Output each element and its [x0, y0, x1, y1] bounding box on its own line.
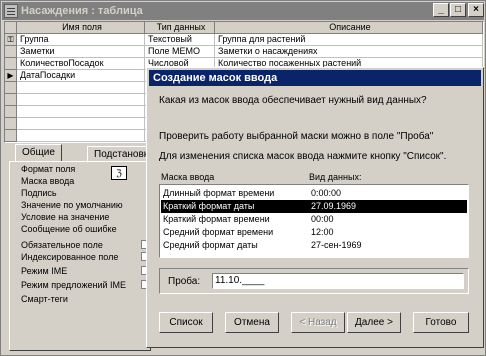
probe-group: Проба: 11.10.____ [159, 268, 469, 294]
header-data-type: Тип данных [145, 22, 215, 34]
list-item[interactable]: Длинный формат времени 0:00:00 [161, 187, 467, 200]
column-data-view: Вид данных: [309, 172, 362, 182]
mask-listbox[interactable]: Длинный формат времени 0:00:00 Краткий ф… [159, 184, 469, 258]
list-item[interactable]: Краткий формат времени 00:00 [161, 213, 467, 226]
prop-input-mask: Маска ввода [21, 176, 75, 186]
list-button[interactable]: Список [159, 312, 213, 333]
prop-ime-sentence-mode: Режим предложений IME [21, 280, 126, 290]
grid-header: Имя поля Тип данных Описание [5, 22, 483, 34]
dialog-hint-probe: Проверить работу выбранной маски можно в… [159, 131, 434, 142]
mask-view: 0:00:00 [311, 188, 342, 198]
field-name-cell[interactable]: ДатаПосадки [17, 70, 145, 82]
cancel-button[interactable]: Отмена [225, 312, 279, 333]
header-field-name: Имя поля [17, 22, 145, 34]
list-item[interactable]: Средний формат даты 27-сен-1969 [161, 239, 467, 252]
mask-view: 27.09.1969 [311, 201, 357, 211]
prop-required: Обязательное поле [21, 240, 103, 250]
input-mask-wizard-dialog: Создание масок ввода Какая из масок ввод… [146, 67, 484, 348]
close-button[interactable]: × [468, 3, 484, 17]
window-titlebar: Насаждения : таблица [2, 2, 484, 20]
mask-list-header: Маска ввода Вид данных: [159, 172, 469, 184]
header-description: Описание [215, 22, 483, 34]
prop-validation-rule: Условие на значение [21, 212, 110, 222]
dialog-hint-list: Для изменения списка масок ввода нажмите… [159, 151, 447, 162]
mask-view: 12:00 [311, 227, 334, 237]
dialog-title: Создание масок ввода [149, 70, 481, 86]
prop-caption: Подпись [21, 188, 57, 198]
build-wand-icon[interactable]: ℨ [111, 166, 127, 180]
prop-smart-tags: Смарт-теги [21, 294, 68, 304]
probe-label: Проба: [168, 276, 201, 287]
finish-button[interactable]: Готово [413, 312, 469, 333]
description-cell[interactable]: Группа для растений [215, 34, 483, 46]
current-row-arrow-icon: ▶ [5, 70, 17, 82]
mask-name: Длинный формат времени [163, 188, 275, 198]
mask-name: Краткий формат времени [163, 214, 270, 224]
row-selector[interactable] [5, 58, 17, 70]
table-icon [4, 4, 18, 18]
row-selector[interactable] [5, 46, 17, 58]
description-cell[interactable]: Заметки о насаждениях [215, 46, 483, 58]
data-type-cell[interactable]: Поле MEMO [145, 46, 215, 58]
prop-indexed: Индексированное поле [21, 252, 119, 262]
row-selector-header [5, 22, 17, 34]
prop-validation-text: Сообщение об ошибке [21, 224, 117, 234]
back-button[interactable]: < Назад [291, 312, 345, 333]
tab-general[interactable]: Общие [15, 144, 62, 161]
list-item[interactable]: Средний формат времени 12:00 [161, 226, 467, 239]
data-type-cell[interactable]: Текстовый [145, 34, 215, 46]
primary-key-icon: ⚿ [5, 34, 17, 46]
maximize-button[interactable]: □ [450, 3, 466, 17]
mask-name: Краткий формат даты [163, 201, 255, 211]
mask-name: Средний формат времени [163, 227, 274, 237]
dialog-question: Какая из масок ввода обеспечивает нужный… [159, 95, 427, 106]
minimize-button[interactable]: _ [433, 3, 449, 17]
prop-format: Формат поля [21, 164, 76, 174]
table-row[interactable]: Заметки Поле MEMO Заметки о насаждениях [5, 46, 483, 58]
next-button[interactable]: Далее > [347, 312, 401, 333]
field-name-cell[interactable]: КоличествоПосадок [17, 58, 145, 70]
prop-default-value: Значение по умолчанию [21, 200, 123, 210]
prop-ime-mode: Режим IME [21, 266, 68, 276]
mask-view: 00:00 [311, 214, 334, 224]
field-name-cell[interactable]: Заметки [17, 46, 145, 58]
table-row[interactable]: ⚿ Группа Текстовый Группа для растений [5, 34, 483, 46]
mask-name: Средний формат даты [163, 240, 258, 250]
window-title: Насаждения : таблица [21, 5, 143, 17]
field-name-cell[interactable]: Группа [17, 34, 145, 46]
mask-view: 27-сен-1969 [311, 240, 362, 250]
list-item-selected[interactable]: Краткий формат даты 27.09.1969 [161, 200, 467, 213]
probe-input[interactable]: 11.10.____ [212, 273, 464, 289]
column-mask-name: Маска ввода [161, 172, 215, 182]
